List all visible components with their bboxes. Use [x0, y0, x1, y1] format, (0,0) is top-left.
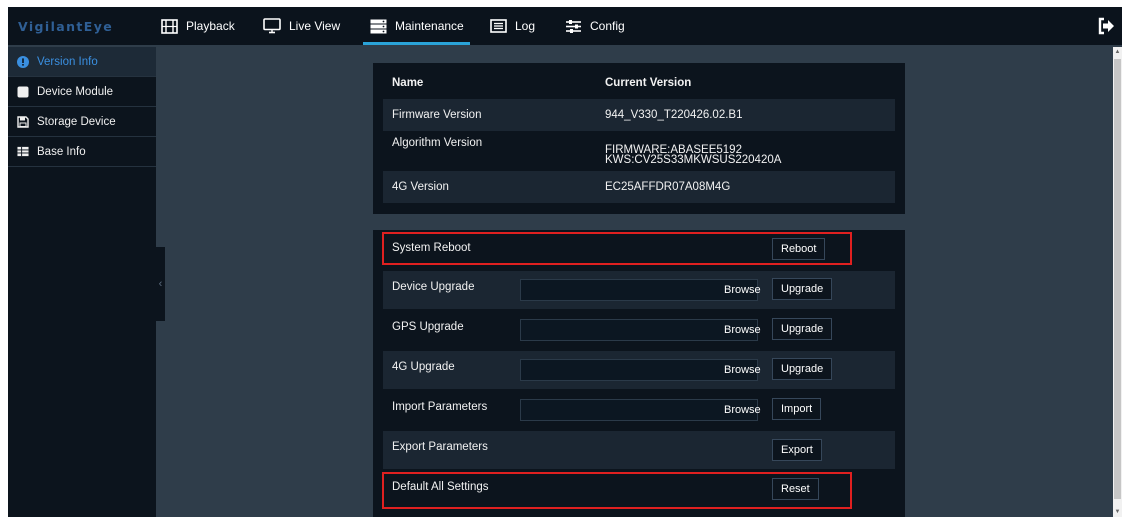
default-all-settings-row: Default All Settings Reset	[383, 471, 895, 509]
sliders-icon	[564, 17, 582, 35]
reset-button[interactable]: Reset	[772, 478, 819, 500]
row-name: Algorithm Version	[392, 137, 483, 149]
sidebar-item-base-info[interactable]: Base Info	[8, 137, 156, 167]
gps-upgrade-browse-button[interactable]: Browse	[716, 319, 769, 341]
nav-log-label: Log	[515, 19, 536, 33]
export-button[interactable]: Export	[772, 439, 822, 461]
film-icon	[160, 17, 178, 35]
server-icon	[369, 17, 387, 35]
nav-live-view-label: Live View	[289, 19, 341, 33]
nav-config-label: Config	[590, 19, 625, 33]
column-header-name: Name	[392, 77, 424, 89]
table-row: Firmware Version 944_V330_T220426.02.B1	[383, 99, 895, 131]
info-icon	[17, 55, 29, 68]
reboot-button[interactable]: Reboot	[772, 238, 826, 260]
scroll-up-icon[interactable]: ▲	[1113, 47, 1122, 57]
sidebar-item-device-module[interactable]: Device Module	[8, 77, 156, 107]
scroll-down-icon[interactable]: ▼	[1113, 507, 1122, 517]
chevron-left-icon: ‹	[158, 278, 163, 290]
table-row: Algorithm Version FIRMWARE:ABASEE5192 KW…	[383, 131, 895, 169]
device-upgrade-label: Device Upgrade	[392, 281, 475, 293]
default-all-settings-label: Default All Settings	[392, 481, 489, 493]
4g-upgrade-label: 4G Upgrade	[392, 361, 455, 373]
sidebar: Version Info Device Module Storage Devic…	[8, 47, 156, 517]
app-window: VigilantEye Playback Live View Maintenan…	[8, 7, 1122, 517]
nav-playback-label: Playback	[186, 19, 235, 33]
sidebar-item-label: Device Module	[37, 85, 114, 98]
row-value: 944_V330_T220426.02.B1	[605, 109, 743, 121]
row-value: EC25AFFDR07A08M4G	[605, 181, 731, 193]
table-row: 4G Version EC25AFFDR07A08M4G	[383, 171, 895, 203]
logout-icon[interactable]	[1096, 16, 1116, 36]
nav-log[interactable]: Log	[489, 7, 535, 45]
export-parameters-label: Export Parameters	[392, 441, 488, 453]
gps-upgrade-button[interactable]: Upgrade	[772, 318, 833, 340]
app-logo: VigilantEye	[18, 19, 114, 34]
floppy-icon	[17, 115, 29, 128]
monitor-icon	[263, 17, 281, 35]
sidebar-item-label: Storage Device	[37, 115, 116, 128]
gps-upgrade-label: GPS Upgrade	[392, 321, 464, 333]
gps-upgrade-row: GPS Upgrade Browse Upgrade	[383, 311, 895, 349]
nav-live-view[interactable]: Live View	[263, 7, 340, 45]
device-upgrade-browse-button[interactable]: Browse	[716, 279, 769, 301]
sidebar-collapse-toggle[interactable]: ‹	[156, 247, 165, 321]
version-table-header: Name Current Version	[383, 67, 895, 99]
sidebar-item-label: Version Info	[37, 55, 98, 68]
system-reboot-label: System Reboot	[392, 242, 471, 254]
import-button[interactable]: Import	[772, 398, 822, 420]
row-name: 4G Version	[392, 181, 449, 193]
sidebar-item-version-info[interactable]: Version Info	[8, 47, 156, 77]
nav-maintenance[interactable]: Maintenance	[363, 7, 470, 45]
device-upgrade-button[interactable]: Upgrade	[772, 278, 833, 300]
vertical-scrollbar[interactable]: ▲ ▼	[1113, 47, 1122, 517]
row-name: Firmware Version	[392, 109, 482, 121]
column-header-version: Current Version	[605, 77, 692, 89]
import-parameters-row: Import Parameters Browse Import	[383, 391, 895, 429]
nav-playback[interactable]: Playback	[160, 7, 235, 45]
nav-maintenance-label: Maintenance	[395, 19, 464, 33]
import-parameters-browse-button[interactable]: Browse	[716, 399, 769, 421]
4g-upgrade-button[interactable]: Upgrade	[772, 358, 833, 380]
system-reboot-row: System Reboot Reboot	[383, 232, 895, 270]
top-nav-bar: VigilantEye Playback Live View Maintenan…	[8, 7, 1122, 45]
device-upgrade-row: Device Upgrade Browse Upgrade	[383, 271, 895, 309]
maintenance-panel: System Reboot Reboot Device Upgrade Brow…	[373, 230, 905, 517]
4g-upgrade-browse-button[interactable]: Browse	[716, 359, 769, 381]
export-parameters-row: Export Parameters Export	[383, 431, 895, 469]
scrollbar-thumb[interactable]	[1114, 59, 1121, 499]
import-parameters-label: Import Parameters	[392, 401, 488, 413]
4g-upgrade-row: 4G Upgrade Browse Upgrade	[383, 351, 895, 389]
module-icon	[17, 86, 29, 98]
version-info-panel: Name Current Version Firmware Version 94…	[373, 63, 905, 214]
list-icon	[489, 17, 507, 35]
row-value: FIRMWARE:ABASEE5192 KWS:CV25S33MKWSUS220…	[605, 144, 782, 166]
row-value-line: KWS:CV25S33MKWSUS220420A	[605, 154, 782, 166]
sidebar-item-storage-device[interactable]: Storage Device	[8, 107, 156, 137]
table-icon	[17, 146, 29, 158]
nav-config[interactable]: Config	[564, 7, 625, 45]
sidebar-item-label: Base Info	[37, 145, 86, 158]
